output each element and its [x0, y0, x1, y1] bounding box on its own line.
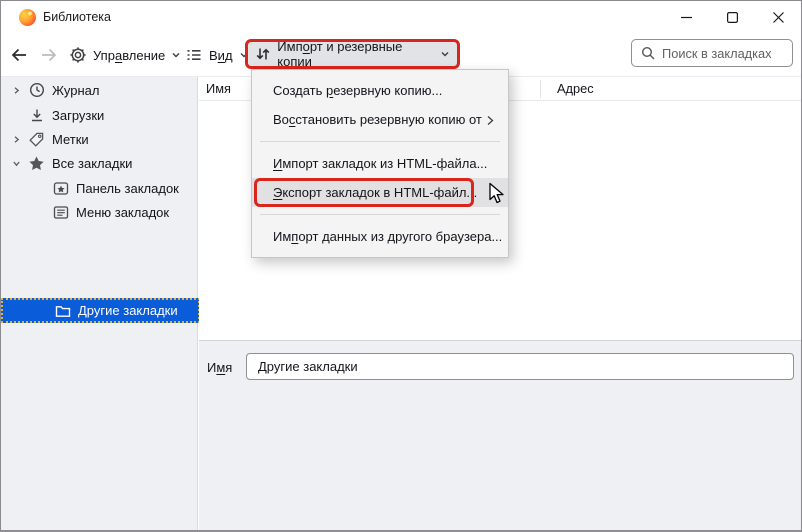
- item-details-panel: Имя: [199, 340, 801, 530]
- import-backup-label: Импорт и резервные копии: [277, 39, 433, 69]
- column-header-name[interactable]: Имя: [206, 81, 231, 96]
- maximize-icon: [727, 12, 738, 23]
- name-field-input[interactable]: [246, 353, 794, 380]
- name-field-label: Имя: [207, 360, 232, 375]
- menu-separator: [260, 214, 500, 215]
- window-title: Библиотека: [43, 10, 111, 24]
- chevron-down-icon: [171, 50, 181, 60]
- bookmarks-search[interactable]: [631, 39, 793, 67]
- forward-button[interactable]: [39, 41, 59, 69]
- back-button[interactable]: [9, 41, 29, 69]
- manage-label: Управление: [93, 48, 165, 63]
- close-icon: [773, 12, 784, 23]
- maximize-button[interactable]: [709, 1, 755, 33]
- gear-icon: [69, 46, 87, 64]
- menu-item-export-html[interactable]: Экспорт закладок в HTML-файл...: [252, 178, 508, 207]
- forward-icon: [39, 45, 59, 65]
- title-bar: Библиотека: [1, 1, 801, 33]
- sidebar-item-tags[interactable]: Метки: [1, 127, 198, 151]
- view-label: Вид: [209, 48, 233, 63]
- column-divider[interactable]: [540, 80, 541, 98]
- chevron-down-icon[interactable]: [9, 159, 23, 168]
- manage-button[interactable]: Управление: [69, 41, 181, 69]
- chevron-right-icon[interactable]: [9, 135, 23, 144]
- clock-icon: [28, 82, 45, 98]
- import-backup-button[interactable]: Импорт и резервные копии: [245, 39, 460, 69]
- download-icon: [28, 107, 45, 123]
- submenu-chevron-right-icon: [485, 114, 495, 129]
- sidebar-item-bookmarks-menu[interactable]: Меню закладок: [1, 200, 198, 224]
- view-list-icon: [185, 46, 203, 64]
- menu-item-import-browser-data[interactable]: Импорт данных из другого браузера...: [252, 222, 508, 251]
- sidebar-item-downloads[interactable]: Загрузки: [1, 103, 198, 127]
- column-header-address[interactable]: Адрес: [557, 81, 594, 96]
- sidebar-item-bookmarks-toolbar[interactable]: Панель закладок: [1, 176, 198, 200]
- chevron-down-icon: [440, 49, 450, 59]
- chevron-right-icon[interactable]: [9, 86, 23, 95]
- search-input[interactable]: [662, 46, 783, 61]
- search-icon: [641, 46, 655, 60]
- minimize-icon: [681, 12, 692, 23]
- minimize-button[interactable]: [663, 1, 709, 33]
- menu-separator: [260, 141, 500, 142]
- firefox-logo-icon: [19, 9, 36, 26]
- back-icon: [9, 45, 29, 65]
- library-sidebar: Журнал Загрузки Метки Все закладки Панел…: [1, 77, 198, 530]
- window-controls: [663, 1, 801, 33]
- folder-icon: [54, 304, 71, 318]
- close-button[interactable]: [755, 1, 801, 33]
- sidebar-item-history[interactable]: Журнал: [1, 78, 198, 102]
- mouse-cursor: [487, 182, 508, 208]
- view-button[interactable]: Вид: [185, 41, 249, 69]
- sidebar-item-other-bookmarks[interactable]: Другие закладки: [1, 298, 200, 323]
- menu-item-restore-backup[interactable]: Восстановить резервную копию от: [252, 105, 508, 134]
- bookmarks-menu-icon: [52, 205, 69, 220]
- tag-icon: [28, 131, 45, 148]
- import-export-icon: [255, 46, 270, 62]
- bookmarks-toolbar-icon: [52, 181, 69, 196]
- menu-item-create-backup[interactable]: Создать резервную копию...: [252, 76, 508, 105]
- star-icon: [28, 155, 45, 172]
- import-backup-menu: Создать резервную копию... Восстановить …: [251, 69, 509, 258]
- menu-item-import-html[interactable]: Импорт закладок из HTML-файла...: [252, 149, 508, 178]
- sidebar-item-all-bookmarks[interactable]: Все закладки: [1, 151, 198, 175]
